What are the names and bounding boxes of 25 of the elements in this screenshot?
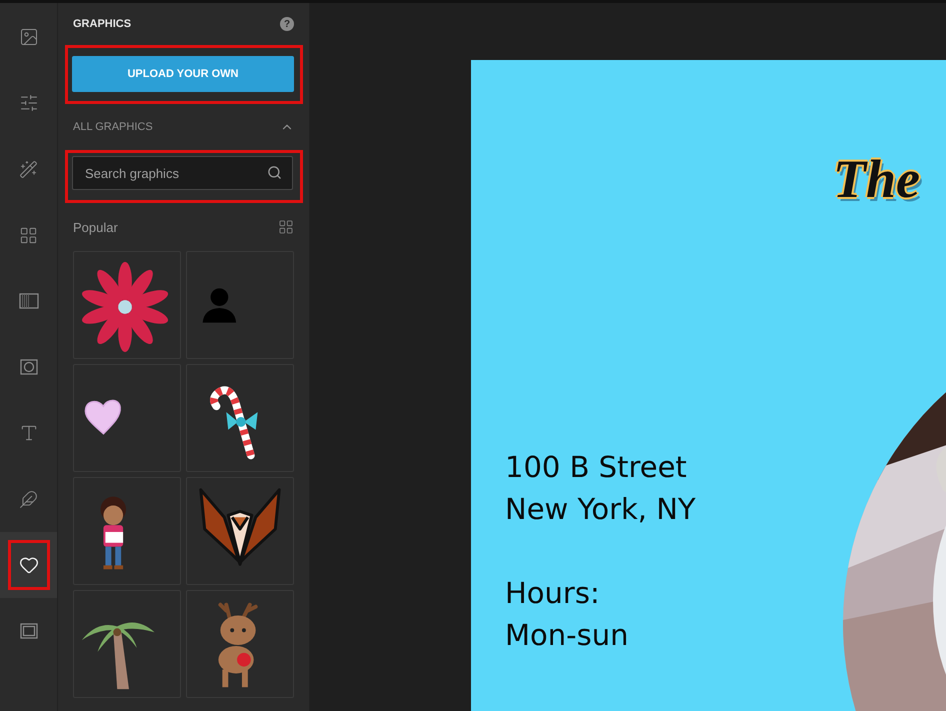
magic-wand-icon [19, 160, 38, 178]
upload-button[interactable]: UPLOAD YOUR OWN [72, 56, 294, 92]
texture-icon [18, 293, 38, 309]
flyer-text: Hours: [505, 575, 600, 612]
help-icon[interactable]: ? [280, 17, 294, 31]
sliders-icon [18, 93, 38, 113]
flyer-text: 100 B Street [505, 449, 687, 486]
flyer-text: Mon-sun [505, 617, 628, 654]
heart-icon [18, 555, 38, 575]
circle-frame-icon [20, 359, 38, 375]
frame-icon [20, 623, 38, 639]
person-silhouette-icon [202, 288, 236, 323]
sidebar-tool[interactable] [0, 532, 57, 598]
image-icon [18, 27, 38, 47]
flyer-title: The [833, 152, 920, 206]
search-field[interactable]: Search graphics [72, 156, 293, 190]
flyer-text: New York, NY [505, 491, 696, 528]
grid-view-icon[interactable] [278, 219, 294, 235]
search-icon [267, 165, 282, 180]
brush-icon [19, 490, 38, 508]
heart-drawing [84, 400, 121, 434]
grid-icon [19, 226, 38, 244]
section-title: Popular [73, 220, 118, 234]
section-title: ALL GRAPHICS [73, 121, 153, 133]
panel-title: GRAPHICS [73, 18, 132, 30]
